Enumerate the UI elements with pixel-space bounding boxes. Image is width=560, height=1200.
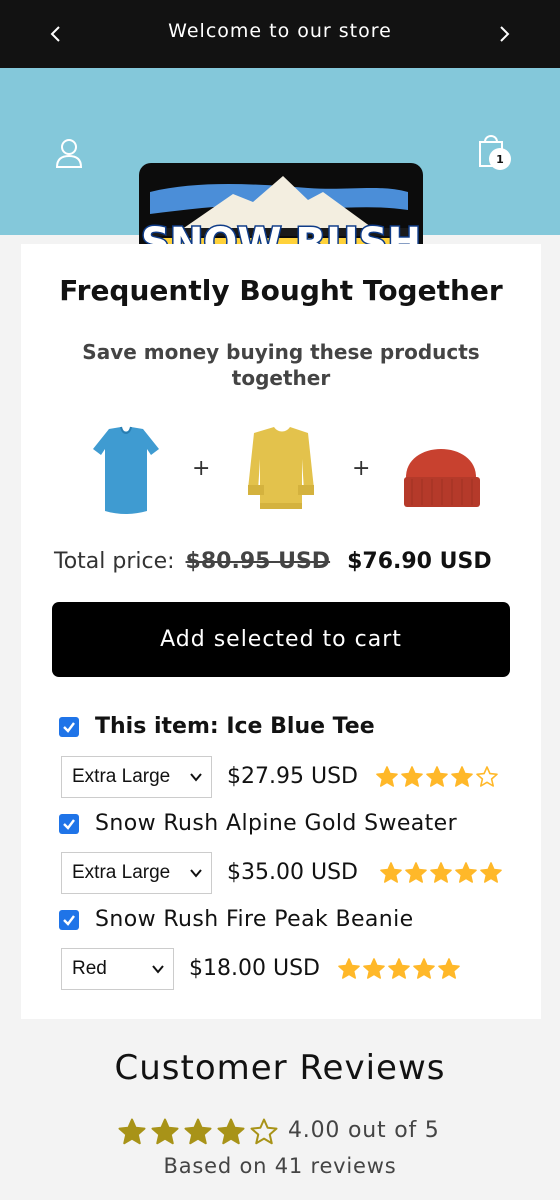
blue-tee-image[interactable] bbox=[81, 419, 171, 519]
item-price: $18.00 USD bbox=[189, 956, 320, 981]
variant-value: Extra Large bbox=[72, 862, 171, 883]
item-rating-stars bbox=[375, 765, 500, 789]
reviews-average: 4.00 out of 5 bbox=[288, 1118, 440, 1143]
variant-select[interactable]: Extra Large bbox=[61, 756, 212, 798]
cart-count-badge: 1 bbox=[489, 148, 511, 170]
item-price: $27.95 USD bbox=[227, 764, 358, 789]
star-filled-icon bbox=[388, 958, 410, 979]
variant-value: Extra Large bbox=[72, 766, 171, 787]
bundle-title: Frequently Bought Together bbox=[59, 274, 503, 307]
reviews-rating-stars bbox=[117, 1117, 282, 1147]
item-rating-stars bbox=[337, 957, 462, 981]
add-selected-to-cart-button[interactable]: Add selected to cart bbox=[52, 602, 510, 677]
star-filled-icon bbox=[413, 958, 435, 979]
star-filled-icon bbox=[338, 958, 360, 979]
chevron-down-icon bbox=[190, 773, 202, 782]
item-checkbox[interactable] bbox=[59, 910, 79, 930]
reviews-count: Based on 41 reviews bbox=[163, 1154, 397, 1178]
star-filled-icon bbox=[217, 1118, 245, 1145]
announcement-bar: Welcome to our store bbox=[0, 0, 560, 68]
plus-separator: + bbox=[352, 456, 371, 481]
checkmark-icon bbox=[63, 722, 75, 733]
star-filled-icon bbox=[480, 862, 502, 883]
chevron-right-icon bbox=[500, 26, 510, 42]
star-filled-icon bbox=[363, 958, 385, 979]
chevron-down-icon bbox=[152, 965, 164, 974]
item-name: Snow Rush Fire Peak Beanie bbox=[95, 907, 414, 932]
star-filled-icon bbox=[118, 1118, 146, 1145]
variant-value: Red bbox=[72, 958, 107, 979]
site-header: SNOW RUSH 1 bbox=[0, 68, 560, 271]
variant-select[interactable]: Red bbox=[61, 948, 174, 990]
announcement-next-button[interactable] bbox=[490, 20, 518, 48]
original-price: $80.95 USD bbox=[185, 549, 331, 574]
star-filled-icon bbox=[184, 1118, 212, 1145]
bundle-subtitle: Save money buying these products togethe… bbox=[82, 340, 480, 390]
yellow-sweater-image[interactable] bbox=[236, 419, 326, 519]
star-empty-icon bbox=[250, 1118, 278, 1145]
chevron-down-icon bbox=[190, 869, 202, 878]
star-filled-icon bbox=[455, 862, 477, 883]
item-name: This item: Ice Blue Tee bbox=[95, 714, 375, 739]
star-filled-icon bbox=[401, 766, 423, 787]
star-filled-icon bbox=[430, 862, 452, 883]
red-beanie-image[interactable] bbox=[396, 419, 486, 519]
checkmark-icon bbox=[63, 915, 75, 926]
variant-select[interactable]: Extra Large bbox=[61, 852, 212, 894]
total-price: Total price: $80.95 USD $76.90 USD bbox=[54, 549, 534, 574]
account-icon[interactable] bbox=[52, 136, 86, 170]
star-filled-icon bbox=[451, 766, 473, 787]
item-checkbox[interactable] bbox=[59, 814, 79, 834]
star-filled-icon bbox=[438, 958, 460, 979]
item-rating-stars bbox=[379, 861, 504, 885]
total-label: Total price: bbox=[54, 549, 175, 574]
item-name: Snow Rush Alpine Gold Sweater bbox=[95, 811, 458, 836]
discounted-price: $76.90 USD bbox=[347, 549, 492, 574]
star-filled-icon bbox=[380, 862, 402, 883]
star-filled-icon bbox=[426, 766, 448, 787]
announcement-text: Welcome to our store bbox=[168, 20, 392, 42]
star-filled-icon bbox=[405, 862, 427, 883]
plus-separator: + bbox=[192, 456, 211, 481]
frequently-bought-together-card: Frequently Bought Together Save money bu… bbox=[21, 244, 541, 1019]
checkmark-icon bbox=[63, 819, 75, 830]
star-filled-icon bbox=[376, 766, 398, 787]
star-filled-icon bbox=[151, 1118, 179, 1145]
item-price: $35.00 USD bbox=[227, 860, 358, 885]
item-checkbox[interactable] bbox=[59, 717, 79, 737]
customer-reviews-title: Customer Reviews bbox=[114, 1048, 446, 1088]
star-empty-icon bbox=[476, 766, 498, 787]
